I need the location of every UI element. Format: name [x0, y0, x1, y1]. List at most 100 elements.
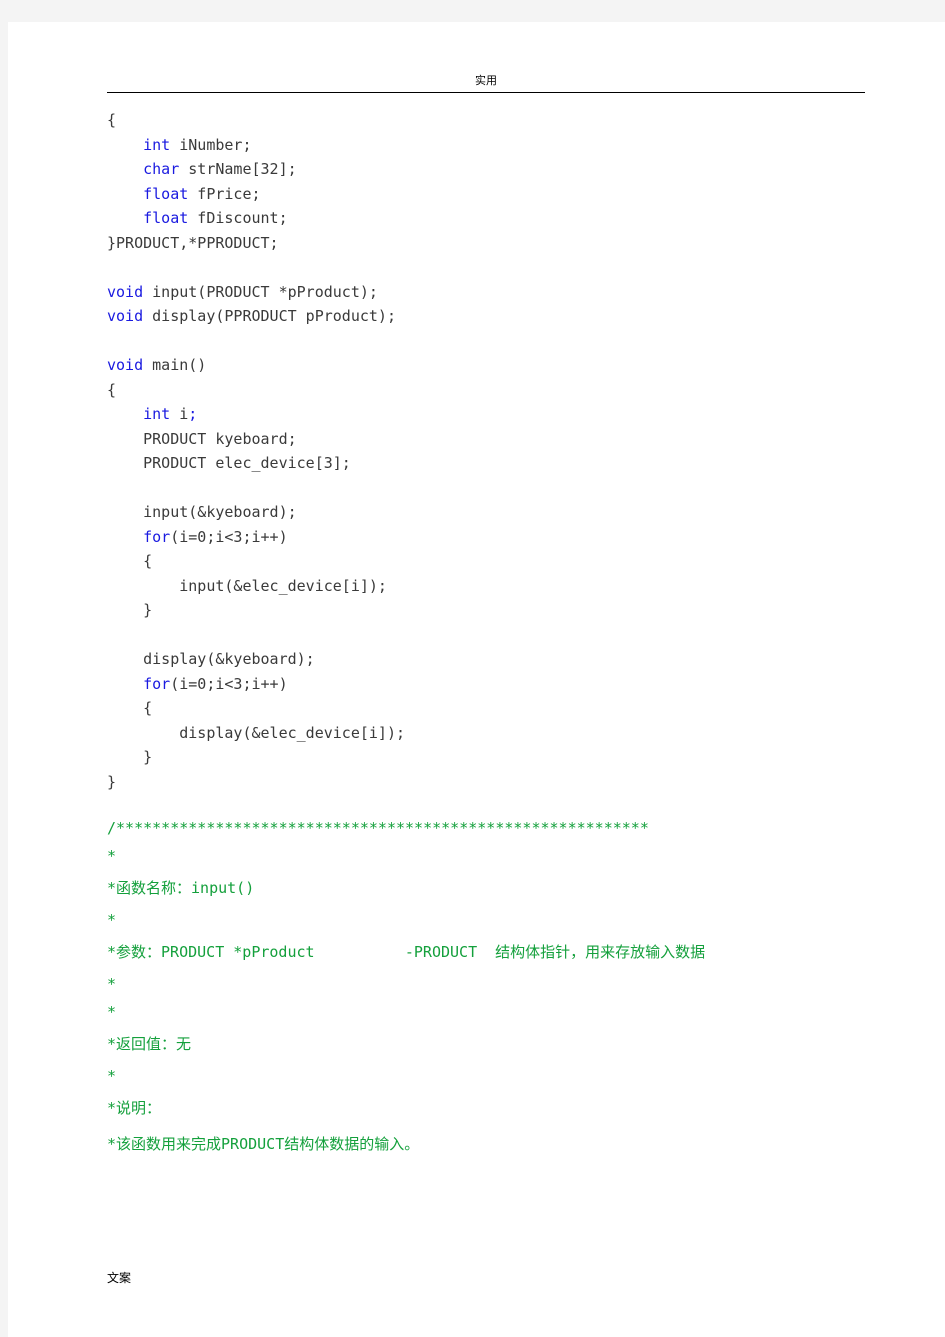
code-line: PRODUCT kyeboard; [107, 427, 865, 452]
code-line: for(i=0;i<3;i++) [107, 525, 865, 550]
code-line: }PRODUCT,*PPRODUCT; [107, 231, 865, 256]
code-text: { [143, 699, 153, 717]
code-text: } [143, 748, 153, 766]
page-header-text: 实用 [475, 74, 497, 87]
code-text: display(PPRODUCT pProduct); [143, 307, 396, 325]
code-keyword: int [143, 135, 171, 154]
code-text: }PRODUCT,*PPRODUCT; [107, 233, 279, 252]
code-line: float fDiscount; [107, 206, 865, 231]
code-line: { [107, 696, 865, 721]
comment-line: *说明： [107, 1099, 162, 1117]
comment-line: * [107, 1003, 117, 1021]
code-text: strName[32]; [179, 160, 297, 178]
code-text: fDiscount; [188, 209, 288, 227]
document-content: 实用 { int iNumber; char strName[32]; floa… [107, 73, 865, 1162]
code-text: (i=0;i<3;i++) [170, 674, 288, 693]
code-line: { [107, 108, 865, 133]
header-divider [107, 92, 865, 93]
code-text: { [143, 552, 153, 570]
code-text: PRODUCT kyeboard; [143, 429, 297, 448]
code-text: ; [188, 405, 198, 423]
code-text: input(&kyeboard); [143, 503, 297, 521]
code-text: main() [143, 356, 207, 374]
code-line: display(&kyeboard); [107, 647, 865, 672]
code-keyword: float [143, 209, 189, 227]
code-line: { [107, 378, 865, 403]
code-line: PRODUCT elec_device[3]; [107, 451, 865, 476]
page-header: 实用 [107, 73, 865, 92]
comment-line: * [107, 1067, 117, 1085]
code-text: fPrice; [188, 184, 261, 203]
code-text: input(PRODUCT *pProduct); [143, 282, 378, 301]
code-keyword: for [143, 674, 171, 693]
document-page: 实用 { int iNumber; char strName[32]; floa… [8, 22, 945, 1337]
comment-line: *函数名称：input() [107, 879, 255, 897]
code-line: } [107, 745, 865, 770]
code-line: { [107, 549, 865, 574]
comment-line: *参数：PRODUCT *pProduct -PRODUCT 结构体指针，用来存… [107, 943, 706, 961]
code-text: { [107, 380, 117, 399]
code-text: (i=0;i<3;i++) [170, 527, 288, 546]
code-line: display(&elec_device[i]); [107, 721, 865, 746]
code-keyword: for [143, 527, 171, 546]
comment-line: *该函数用来完成PRODUCT结构体数据的输入。 [107, 1135, 420, 1153]
code-line: int iNumber; [107, 133, 865, 158]
code-text: { [107, 111, 117, 129]
code-line: void input(PRODUCT *pProduct); [107, 280, 865, 305]
page-footer: 文案 [107, 1269, 131, 1286]
comment-block: /***************************************… [107, 814, 865, 1162]
page-footer-text: 文案 [107, 1271, 132, 1285]
comment-line: *返回值：无 [107, 1035, 192, 1053]
code-line: void main() [107, 353, 865, 378]
code-line: int i; [107, 402, 865, 427]
code-text: } [143, 601, 153, 619]
code-line: float fPrice; [107, 182, 865, 207]
code-text: i [170, 405, 189, 423]
code-line: for(i=0;i<3;i++) [107, 672, 865, 697]
code-text: display(&kyeboard); [143, 650, 315, 668]
code-keyword: void [107, 356, 144, 374]
code-line: char strName[32]; [107, 157, 865, 182]
code-line: } [107, 770, 865, 795]
comment-line: * [107, 911, 117, 929]
comment-line: * [107, 847, 117, 865]
code-keyword: float [143, 184, 189, 203]
comment-line: /***************************************… [107, 819, 649, 837]
code-line: input(&elec_device[i]); [107, 574, 865, 599]
code-text: } [107, 772, 117, 791]
code-keyword: int [143, 405, 171, 423]
code-line: } [107, 598, 865, 623]
code-line: input(&kyeboard); [107, 500, 865, 525]
code-text: display(&elec_device[i]); [179, 723, 406, 742]
code-line: void display(PPRODUCT pProduct); [107, 304, 865, 329]
code-keyword: void [107, 282, 144, 301]
code-text: input(&elec_device[i]); [179, 576, 387, 595]
comment-line: * [107, 975, 117, 993]
code-block: { int iNumber; char strName[32]; float f… [107, 108, 865, 794]
code-text: iNumber; [170, 135, 252, 154]
code-keyword: void [107, 307, 144, 325]
code-text: PRODUCT elec_device[3]; [143, 454, 351, 472]
code-keyword: char [143, 160, 180, 178]
